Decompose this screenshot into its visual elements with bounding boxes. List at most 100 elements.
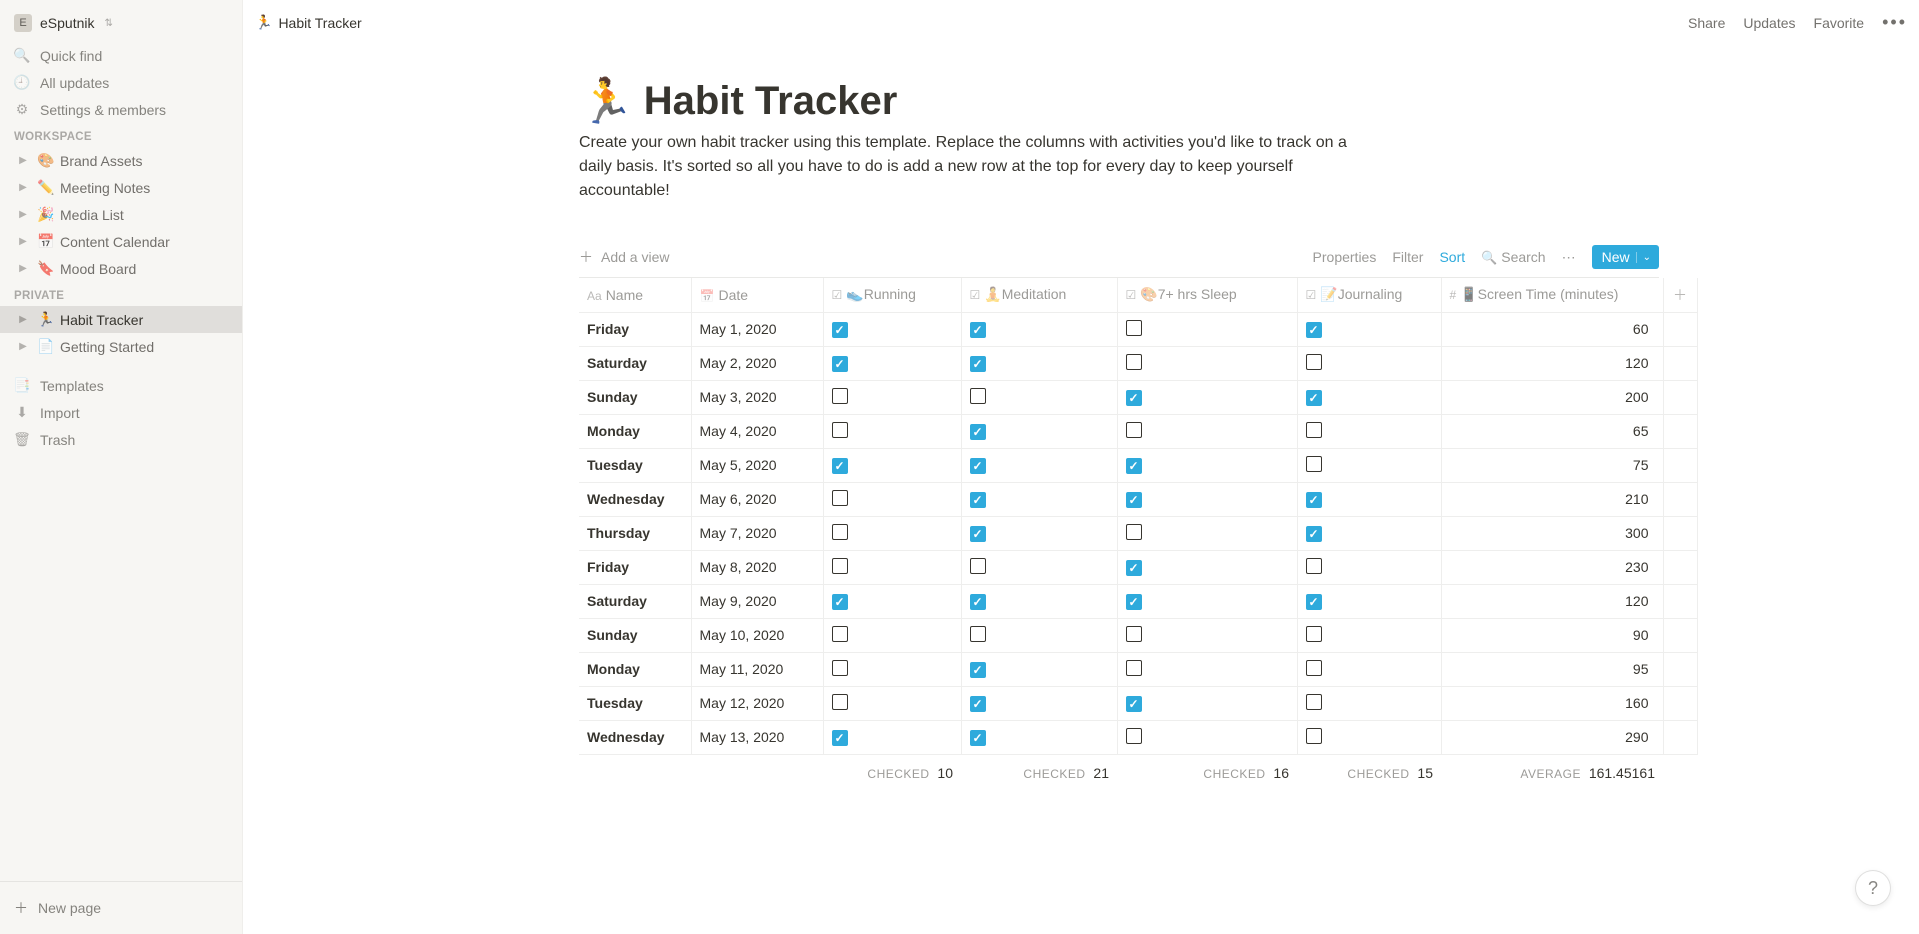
- column-header-running[interactable]: ☑👟Running: [823, 278, 961, 312]
- footer-sleep[interactable]: CHECKED 16: [1117, 754, 1297, 788]
- cell-date[interactable]: May 6, 2020: [691, 482, 823, 516]
- running-checkbox[interactable]: [832, 626, 848, 642]
- cell-date[interactable]: May 9, 2020: [691, 584, 823, 618]
- sleep-checkbox[interactable]: [1126, 320, 1142, 336]
- meditation-checkbox[interactable]: [970, 696, 986, 712]
- new-page-button[interactable]: ＋ New page: [0, 888, 242, 928]
- cell-name[interactable]: Saturday: [579, 346, 691, 380]
- db-sort[interactable]: Sort: [1439, 249, 1465, 265]
- footer-running[interactable]: CHECKED 10: [823, 754, 961, 788]
- cell-name[interactable]: Monday: [579, 414, 691, 448]
- db-search[interactable]: 🔍 Search: [1481, 249, 1545, 266]
- cell-name[interactable]: Tuesday: [579, 448, 691, 482]
- table-row[interactable]: MondayMay 4, 202065: [579, 414, 1697, 448]
- running-checkbox[interactable]: [832, 524, 848, 540]
- journaling-checkbox[interactable]: [1306, 728, 1322, 744]
- journaling-checkbox[interactable]: [1306, 526, 1322, 542]
- topbar-updates[interactable]: Updates: [1743, 15, 1795, 31]
- column-header-journaling[interactable]: ☑📝Journaling: [1297, 278, 1441, 312]
- table-row[interactable]: ThursdayMay 7, 2020 300: [579, 516, 1697, 550]
- cell-screen-time[interactable]: 160: [1441, 686, 1663, 720]
- chevron-right-icon[interactable]: ▶: [14, 236, 32, 247]
- page-item-content-calendar[interactable]: ▶📅Content Calendar: [0, 228, 242, 255]
- page-item-habit-tracker[interactable]: ▶🏃Habit Tracker: [0, 306, 242, 333]
- breadcrumb[interactable]: 🏃 Habit Tracker: [255, 14, 362, 31]
- sleep-checkbox[interactable]: [1126, 524, 1142, 540]
- footer-screen[interactable]: AVERAGE 161.45161: [1441, 754, 1663, 788]
- sleep-checkbox[interactable]: [1126, 696, 1142, 712]
- table-row[interactable]: WednesdayMay 13, 2020290: [579, 720, 1697, 754]
- meditation-checkbox[interactable]: [970, 322, 986, 338]
- cell-date[interactable]: May 8, 2020: [691, 550, 823, 584]
- cell-name[interactable]: Wednesday: [579, 482, 691, 516]
- chevron-right-icon[interactable]: ▶: [14, 182, 32, 193]
- cell-date[interactable]: May 3, 2020: [691, 380, 823, 414]
- cell-date[interactable]: May 12, 2020: [691, 686, 823, 720]
- table-row[interactable]: MondayMay 11, 202095: [579, 652, 1697, 686]
- sidebar-item-import[interactable]: ⬇Import: [0, 399, 242, 426]
- cell-date[interactable]: May 11, 2020: [691, 652, 823, 686]
- cell-screen-time[interactable]: 300: [1441, 516, 1663, 550]
- help-button[interactable]: ?: [1855, 870, 1891, 906]
- running-checkbox[interactable]: [832, 558, 848, 574]
- sleep-checkbox[interactable]: [1126, 458, 1142, 474]
- new-button[interactable]: New⌄: [1592, 245, 1659, 269]
- column-header-add[interactable]: ＋: [1663, 278, 1697, 312]
- journaling-checkbox[interactable]: [1306, 626, 1322, 642]
- sidebar-item-trash[interactable]: 🗑Trash: [0, 426, 242, 453]
- cell-name[interactable]: Saturday: [579, 584, 691, 618]
- sleep-checkbox[interactable]: [1126, 390, 1142, 406]
- sleep-checkbox[interactable]: [1126, 560, 1142, 576]
- sleep-checkbox[interactable]: [1126, 728, 1142, 744]
- journaling-checkbox[interactable]: [1306, 594, 1322, 610]
- journaling-checkbox[interactable]: [1306, 322, 1322, 338]
- journaling-checkbox[interactable]: [1306, 492, 1322, 508]
- sleep-checkbox[interactable]: [1126, 594, 1142, 610]
- chevron-right-icon[interactable]: ▶: [14, 155, 32, 166]
- cell-name[interactable]: Friday: [579, 550, 691, 584]
- running-checkbox[interactable]: [832, 422, 848, 438]
- page-item-getting-started[interactable]: ▶📄Getting Started: [0, 333, 242, 360]
- sidebar-item-templates[interactable]: 📑Templates: [0, 372, 242, 399]
- running-checkbox[interactable]: [832, 490, 848, 506]
- more-icon[interactable]: •••: [1882, 12, 1907, 33]
- table-row[interactable]: FridayMay 1, 202060: [579, 312, 1697, 346]
- page-item-brand-assets[interactable]: ▶🎨Brand Assets: [0, 147, 242, 174]
- topbar-favorite[interactable]: Favorite: [1814, 15, 1865, 31]
- page-emoji[interactable]: 🏃: [579, 75, 634, 127]
- page-item-meeting-notes[interactable]: ▶✏️Meeting Notes: [0, 174, 242, 201]
- cell-screen-time[interactable]: 65: [1441, 414, 1663, 448]
- cell-date[interactable]: May 7, 2020: [691, 516, 823, 550]
- sleep-checkbox[interactable]: [1126, 354, 1142, 370]
- cell-date[interactable]: May 5, 2020: [691, 448, 823, 482]
- meditation-checkbox[interactable]: [970, 492, 986, 508]
- chevron-down-icon[interactable]: ⌄: [1636, 252, 1651, 263]
- sleep-checkbox[interactable]: [1126, 626, 1142, 642]
- cell-screen-time[interactable]: 200: [1441, 380, 1663, 414]
- cell-name[interactable]: Friday: [579, 312, 691, 346]
- running-checkbox[interactable]: [832, 660, 848, 676]
- footer-journaling[interactable]: CHECKED 15: [1297, 754, 1441, 788]
- meditation-checkbox[interactable]: [970, 662, 986, 678]
- column-header-date[interactable]: 📅Date: [691, 278, 823, 312]
- cell-date[interactable]: May 13, 2020: [691, 720, 823, 754]
- meditation-checkbox[interactable]: [970, 594, 986, 610]
- cell-name[interactable]: Sunday: [579, 380, 691, 414]
- cell-name[interactable]: Sunday: [579, 618, 691, 652]
- table-row[interactable]: TuesdayMay 5, 2020 75: [579, 448, 1697, 482]
- running-checkbox[interactable]: [832, 458, 848, 474]
- table-row[interactable]: TuesdayMay 12, 2020160: [579, 686, 1697, 720]
- add-view-button[interactable]: ＋ Add a view: [579, 247, 669, 267]
- chevron-right-icon[interactable]: ▶: [14, 263, 32, 274]
- cell-screen-time[interactable]: 210: [1441, 482, 1663, 516]
- cell-screen-time[interactable]: 60: [1441, 312, 1663, 346]
- running-checkbox[interactable]: [832, 730, 848, 746]
- meditation-checkbox[interactable]: [970, 356, 986, 372]
- cell-screen-time[interactable]: 75: [1441, 448, 1663, 482]
- page-description[interactable]: Create your own habit tracker using this…: [579, 131, 1374, 203]
- meditation-checkbox[interactable]: [970, 526, 986, 542]
- table-row[interactable]: SaturdayMay 9, 2020120: [579, 584, 1697, 618]
- cell-name[interactable]: Thursday: [579, 516, 691, 550]
- table-row[interactable]: WednesdayMay 6, 2020 210: [579, 482, 1697, 516]
- cell-date[interactable]: May 10, 2020: [691, 618, 823, 652]
